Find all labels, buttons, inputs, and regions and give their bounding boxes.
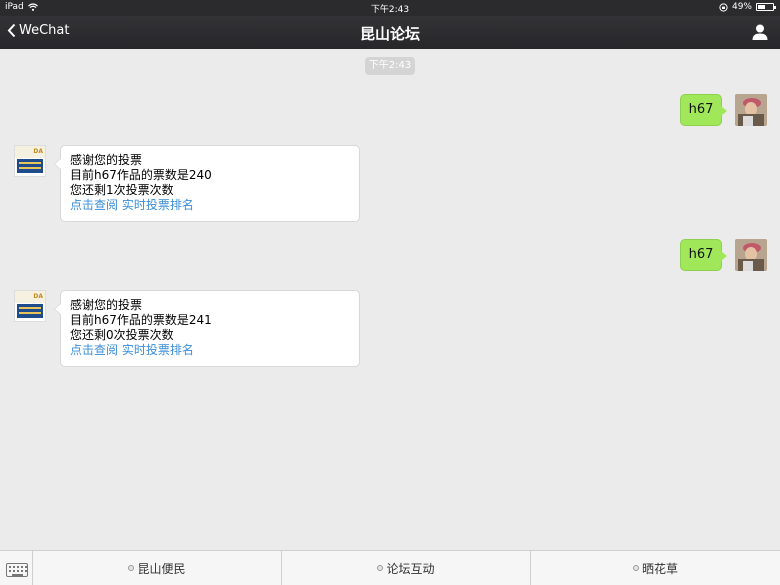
user-avatar[interactable] [735, 94, 767, 126]
avatar-logo-text: DA [15, 291, 45, 303]
message-text: h67 [688, 247, 714, 262]
chevron-left-icon [7, 23, 16, 38]
back-label: WeChat [19, 23, 70, 38]
menu-dot-icon [377, 565, 384, 571]
message-line: 感谢您的投票 [70, 153, 143, 167]
vote-ranking-link[interactable]: 实时投票排名 [122, 343, 194, 357]
battery-level [758, 5, 765, 9]
menu-dot-icon [632, 565, 639, 571]
menu-item-label: 昆山便民 [137, 561, 186, 576]
vote-ranking-link[interactable]: 实时投票排名 [122, 198, 194, 212]
avatar-banner [17, 304, 43, 318]
outgoing-message[interactable]: h67 [680, 239, 727, 271]
message-links: 点击查阅 实时投票排名 [70, 343, 350, 358]
nav-bar: WeChat 昆山论坛 [0, 16, 780, 49]
menu-item-forum-interaction[interactable]: 论坛互动 [282, 551, 531, 585]
status-time: 下午2:43 [370, 5, 410, 15]
incoming-message[interactable]: 感谢您的投票 目前h67作品的票数是241 您还剩0次投票次数 点击查阅 实时投… [54, 290, 360, 367]
official-account-avatar[interactable]: DA [14, 145, 46, 177]
message-links: 点击查阅 实时投票排名 [70, 198, 350, 213]
battery-percent: 49% [731, 2, 752, 12]
message-text: h67 [688, 102, 714, 117]
back-button[interactable]: WeChat [7, 23, 69, 38]
message-line: 目前h67作品的票数是240 [70, 168, 212, 182]
menu-item-label: 晒花草 [641, 561, 678, 576]
message-line: 您还剩0次投票次数 [70, 328, 174, 342]
avatar-logo-text: DA [15, 146, 45, 158]
official-account-avatar[interactable]: DA [14, 290, 46, 322]
incoming-message[interactable]: 感谢您的投票 目前h67作品的票数是240 您还剩1次投票次数 点击查阅 实时投… [54, 145, 360, 222]
chat-title: 昆山论坛 [359, 25, 420, 43]
menu-item-label: 论坛互动 [386, 561, 435, 576]
keyboard-toggle-button[interactable] [0, 551, 33, 585]
profile-icon[interactable] [751, 23, 769, 41]
message-line: 感谢您的投票 [70, 298, 143, 312]
menu-dot-icon [128, 565, 135, 571]
menu-item-kunshan-services[interactable]: 昆山便民 [33, 551, 282, 585]
message-timestamp: 下午2:43 [365, 57, 415, 75]
status-bar: iPad 下午2:43 49% [0, 0, 780, 16]
menu-item-show-flowers[interactable]: 晒花草 [531, 551, 780, 585]
status-right: 49% [719, 2, 776, 12]
view-link[interactable]: 点击查阅 [70, 198, 118, 212]
view-link[interactable]: 点击查阅 [70, 343, 118, 357]
outgoing-message[interactable]: h67 [680, 94, 727, 126]
bottom-menu-bar: 昆山便民 论坛互动 晒花草 [0, 550, 780, 585]
user-photo [735, 239, 767, 271]
avatar-banner [17, 159, 43, 173]
message-line: 目前h67作品的票数是241 [70, 313, 212, 327]
user-photo [735, 94, 767, 126]
battery-icon [756, 3, 776, 11]
message-line: 您还剩1次投票次数 [70, 183, 174, 197]
rotation-lock-icon [719, 2, 728, 12]
keyboard-icon [6, 563, 28, 577]
user-avatar[interactable] [735, 239, 767, 271]
